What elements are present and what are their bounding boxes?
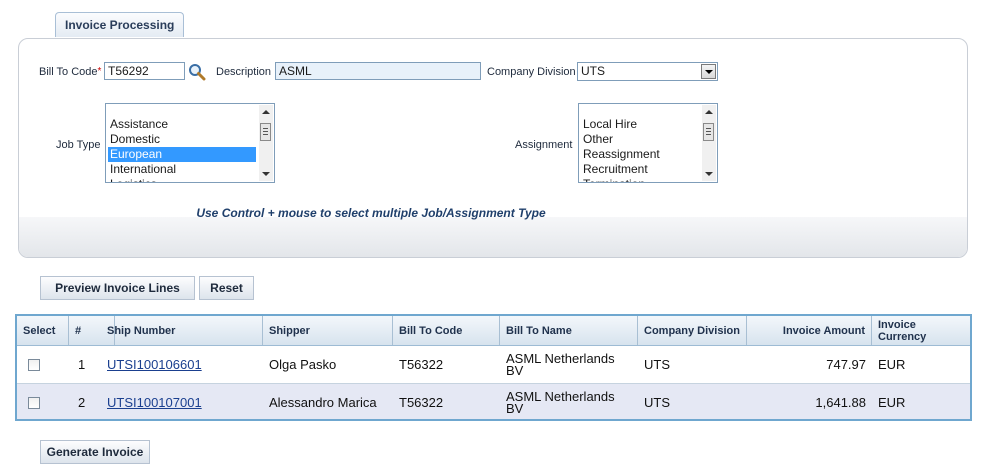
assignment-scrollbar[interactable] — [702, 105, 716, 181]
company-division-select[interactable]: UTS — [577, 62, 718, 81]
row-select — [17, 346, 69, 383]
listbox-option[interactable]: Reassignment — [581, 147, 699, 162]
row-select — [17, 384, 69, 419]
ship-number-link[interactable]: UTSI100106601 — [107, 357, 202, 372]
table-row[interactable]: 2 UTSI100107001 Alessandro Marica T56322… — [17, 384, 970, 419]
ship-number-link[interactable]: UTSI100107001 — [107, 395, 202, 410]
row-checkbox[interactable] — [28, 358, 40, 371]
listbox-option[interactable]: International — [108, 162, 256, 177]
row-checkbox[interactable] — [28, 396, 40, 409]
listbox-option[interactable]: Other — [581, 132, 699, 147]
column-header-select: Select — [17, 316, 69, 345]
bill-to-name-cell: ASML Netherlands BV — [506, 388, 615, 416]
column-header-invoice-currency: Invoice Currency — [878, 318, 927, 343]
shipper-cell: Olga Pasko — [269, 357, 337, 372]
bill-to-code-cell: T56322 — [399, 395, 444, 410]
column-header-shipper: Shipper — [263, 316, 393, 345]
company-division-value: UTS — [581, 64, 605, 78]
preview-invoice-lines-button[interactable]: Preview Invoice Lines — [40, 276, 195, 300]
ship-number-cell: UTSI100106601 — [101, 346, 263, 383]
scroll-down-icon[interactable] — [262, 172, 270, 176]
grid-header: Select # Ship Number Shipper Bill To Cod… — [17, 316, 970, 346]
column-header-bill-to-name: Bill To Name — [500, 316, 638, 345]
company-division-cell: UTS — [644, 357, 670, 372]
row-number: 1 — [78, 357, 86, 372]
row-number: 2 — [78, 395, 86, 410]
scroll-down-icon[interactable] — [705, 172, 713, 176]
required-marker: * — [97, 66, 102, 77]
listbox-option[interactable]: Local Hire — [581, 117, 699, 132]
reset-button[interactable]: Reset — [199, 276, 254, 300]
multi-select-hint: Use Control + mouse to select multiple J… — [196, 206, 546, 220]
column-header-company-division: Company Division — [638, 316, 747, 345]
invoice-currency-cell: EUR — [878, 395, 906, 410]
invoice-lines-grid: Select # Ship Number Shipper Bill To Cod… — [15, 314, 972, 421]
scroll-thumb[interactable] — [703, 123, 714, 141]
bill-to-name-cell: ASML Netherlands BV — [506, 350, 615, 378]
column-header-invoice-amount: Invoice Amount — [747, 316, 872, 345]
shipper-cell: Alessandro Marica — [269, 395, 377, 410]
panel-footer — [19, 217, 967, 257]
invoice-amount-cell: 1,641.88 — [815, 395, 866, 410]
job-type-label: Job Type — [56, 139, 101, 151]
company-division-cell: UTS — [644, 395, 670, 410]
listbox-option[interactable]: Assistance — [108, 117, 256, 132]
description-label: Description — [216, 66, 272, 78]
column-header-ship-number: Ship Number — [101, 316, 263, 345]
company-division-label: Company Division — [487, 66, 576, 78]
column-header-bill-to-code: Bill To Code — [393, 316, 500, 345]
scroll-up-icon[interactable] — [262, 110, 270, 114]
table-row[interactable]: 1 UTSI100106601 Olga Pasko T56322 ASML N… — [17, 346, 970, 384]
scroll-up-icon[interactable] — [705, 110, 713, 114]
listbox-option[interactable]: European — [108, 147, 256, 162]
chevron-down-icon[interactable] — [701, 64, 716, 79]
bill-to-code-cell: T56322 — [399, 357, 444, 372]
tab-invoice-processing[interactable]: Invoice Processing — [55, 12, 185, 37]
invoice-amount-cell: 747.97 — [826, 357, 866, 372]
generate-invoice-button[interactable]: Generate Invoice — [40, 440, 150, 464]
listbox-option[interactable]: Recruitment — [581, 162, 699, 177]
assignment-listbox[interactable]: Local HireOtherReassignmentRecruitmentTe… — [578, 103, 718, 183]
bill-to-code-label: Bill To Code* — [39, 66, 102, 78]
bill-to-code-input[interactable]: T56292 — [104, 62, 185, 80]
invoice-currency-cell: EUR — [878, 357, 906, 372]
job-type-listbox[interactable]: AssistanceDomesticEuropeanInternationalL… — [105, 103, 275, 183]
assignment-label: Assignment — [515, 139, 573, 151]
ship-number-cell: UTSI100107001 — [101, 384, 263, 419]
listbox-option[interactable]: Domestic — [108, 132, 256, 147]
job-type-scrollbar[interactable] — [259, 105, 273, 181]
search-icon[interactable] — [188, 63, 206, 81]
scroll-thumb[interactable] — [260, 123, 271, 141]
listbox-option[interactable]: Logistics — [108, 177, 256, 182]
description-field: ASML — [275, 62, 481, 80]
listbox-option[interactable]: Termination — [581, 177, 699, 182]
